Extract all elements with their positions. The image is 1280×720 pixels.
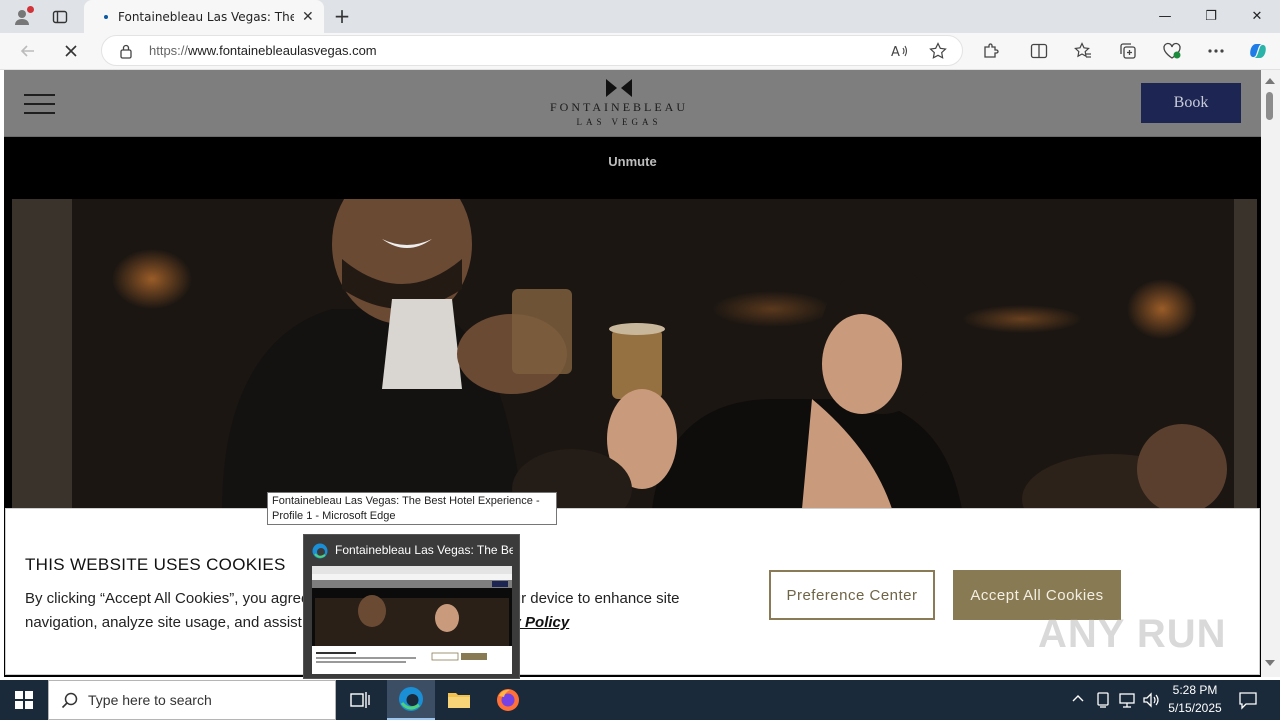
taskbar-firefox-button[interactable]	[484, 680, 532, 720]
hero-video[interactable]	[12, 199, 1257, 509]
tab-loading-icon	[104, 14, 108, 19]
taskbar-window-thumbnail[interactable]: Fontainebleau Las Vegas: The Best Hotel …	[303, 534, 520, 679]
clock-date[interactable]: 5/15/2025	[1160, 701, 1230, 715]
thumbnail-preview	[312, 566, 512, 674]
address-bar[interactable]: https://www.fontainebleaulasvegas.com A	[101, 35, 963, 66]
taskbar-file-explorer-button[interactable]	[435, 680, 483, 720]
device-icon[interactable]	[1096, 691, 1110, 709]
copilot-icon	[1250, 44, 1266, 58]
anyrun-watermark: ANY RUN	[1038, 612, 1227, 656]
page-scrollbar[interactable]	[1261, 70, 1280, 677]
firefox-icon	[497, 689, 519, 711]
copilot-button[interactable]	[1244, 38, 1272, 64]
stop-loading-button[interactable]	[57, 38, 85, 64]
task-view-button[interactable]	[336, 680, 384, 720]
notification-dot	[27, 6, 34, 13]
star-icon	[929, 42, 947, 59]
taskbar-edge-button[interactable]	[387, 680, 435, 720]
folder-icon	[448, 693, 470, 708]
task-view-icon	[350, 692, 370, 708]
heart-pulse-icon	[1163, 42, 1181, 59]
back-arrow-icon	[20, 45, 34, 57]
windows-taskbar: Type here to search 5:28 PM 5/15/2025	[0, 680, 1280, 720]
clock-time[interactable]: 5:28 PM	[1160, 683, 1230, 697]
minimize-button[interactable]: —	[1142, 0, 1188, 33]
collections-icon	[1120, 43, 1136, 59]
cookie-title: THIS WEBSITE USES COOKIES	[25, 555, 286, 574]
network-icon[interactable]	[1118, 691, 1136, 709]
new-tab-button[interactable]: +	[330, 4, 354, 28]
hero-video-image	[12, 199, 1257, 509]
tab-actions-icon	[52, 10, 68, 24]
logo-brand-text: FONTAINEBLEAU	[549, 100, 689, 114]
split-screen-button[interactable]	[1025, 38, 1053, 64]
search-icon	[61, 692, 78, 709]
scroll-thumb[interactable]	[1266, 92, 1273, 120]
tooltip-line-2: Profile 1 - Microsoft Edge	[272, 510, 396, 522]
show-hidden-icons-icon[interactable]	[1072, 694, 1084, 702]
settings-more-button[interactable]	[1202, 38, 1230, 64]
menu-hamburger-icon[interactable]	[24, 94, 55, 114]
unmute-button[interactable]: Unmute	[4, 154, 1261, 169]
restore-button[interactable]: ❐	[1188, 0, 1234, 33]
tab-actions-button[interactable]	[46, 4, 74, 30]
favorites-button[interactable]	[1069, 38, 1097, 64]
preference-center-button[interactable]: Preference Center	[769, 570, 935, 620]
scroll-down-icon[interactable]	[1265, 660, 1275, 666]
favorite-button[interactable]	[924, 38, 952, 64]
close-icon	[65, 45, 77, 57]
url-scheme: https://	[149, 43, 189, 58]
bowtie-logo-icon	[606, 79, 632, 97]
split-screen-icon	[1030, 43, 1048, 59]
browser-tab[interactable]: Fontainebleau Las Vegas: The Best Hotel …	[84, 0, 324, 33]
site-logo[interactable]: FONTAINEBLEAU LAS VEGAS	[544, 79, 694, 129]
tab-close-icon[interactable]: ✕	[302, 9, 314, 25]
extensions-button[interactable]	[977, 38, 1005, 64]
browser-toolbar: https://www.fontainebleaulasvegas.com A	[0, 33, 1280, 70]
favorites-icon	[1074, 42, 1091, 58]
web-viewport: FONTAINEBLEAU LAS VEGAS Book Unmute THIS…	[4, 70, 1261, 677]
search-placeholder: Type here to search	[88, 692, 212, 708]
back-button[interactable]	[14, 38, 42, 64]
start-button[interactable]	[0, 680, 48, 720]
url-text[interactable]: https://www.fontainebleaulasvegas.com	[149, 43, 377, 58]
windows-logo-icon	[15, 691, 33, 709]
close-window-button[interactable]: ✕	[1234, 0, 1280, 33]
thumbnail-preview-image	[312, 566, 512, 674]
volume-icon[interactable]	[1142, 691, 1160, 709]
edge-icon	[312, 543, 328, 559]
logo-city-text: LAS VEGAS	[576, 117, 662, 127]
notifications-icon[interactable]	[1238, 690, 1258, 710]
read-aloud-button[interactable]: A	[886, 38, 914, 64]
browser-essentials-button[interactable]	[1158, 38, 1186, 64]
book-button[interactable]: Book	[1141, 83, 1241, 123]
thumbnail-title: Fontainebleau Las Vegas: The Best Hotel …	[335, 543, 513, 557]
lock-icon	[120, 44, 132, 59]
url-host: www.fontainebleaulasvegas.com	[188, 43, 377, 58]
more-dots-icon	[1208, 49, 1224, 53]
site-header: FONTAINEBLEAU LAS VEGAS Book	[4, 70, 1261, 137]
svg-text:A: A	[891, 45, 900, 59]
collections-button[interactable]	[1114, 38, 1142, 64]
edge-icon	[399, 687, 423, 711]
profile-button[interactable]	[8, 4, 36, 30]
taskbar-search-box[interactable]: Type here to search	[48, 680, 336, 720]
tooltip-line-1: Fontainebleau Las Vegas: The Best Hotel …	[272, 495, 540, 507]
read-aloud-icon: A	[891, 45, 908, 59]
browser-title-bar: Fontainebleau Las Vegas: The Best Hotel …	[0, 0, 1280, 33]
taskbar-tooltip: Fontainebleau Las Vegas: The Best Hotel …	[267, 492, 557, 525]
scroll-up-icon[interactable]	[1265, 78, 1275, 84]
puzzle-icon	[984, 43, 999, 58]
tab-title: Fontainebleau Las Vegas: The Best Hotel …	[118, 9, 294, 24]
